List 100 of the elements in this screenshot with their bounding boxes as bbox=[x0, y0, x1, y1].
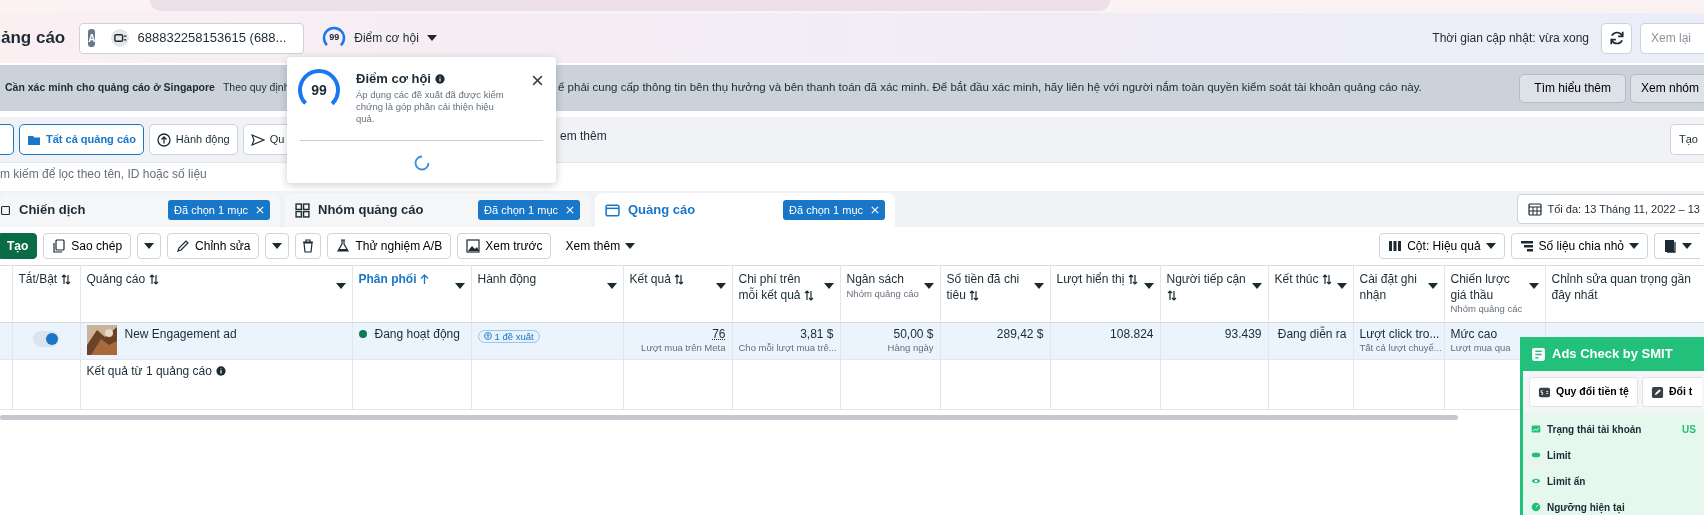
caret-icon bbox=[1485, 243, 1496, 249]
column-header[interactable]: Kết thúc bbox=[1274, 272, 1332, 288]
trash-icon bbox=[301, 239, 316, 253]
refresh-icon bbox=[1608, 30, 1625, 46]
eye-icon bbox=[1531, 476, 1541, 486]
image-icon bbox=[466, 239, 481, 253]
summary-text: Kết quả từ 1 quảng cáo bbox=[86, 363, 212, 379]
window-icon bbox=[605, 202, 620, 218]
column-header[interactable]: Kết quả bbox=[629, 272, 685, 288]
search-field[interactable]: m kiếm để lọc theo tên, ID hoặc số liệu bbox=[0, 165, 207, 183]
columns-icon bbox=[1388, 239, 1403, 253]
cell-subtitle: Cho mỗi lượt mua trê... bbox=[738, 341, 834, 354]
level-tab[interactable]: Chiến dịch Đã chọn 1 mục bbox=[0, 193, 280, 227]
table-row[interactable] bbox=[0, 322, 1704, 360]
banner-button[interactable]: Xem nhóm bbox=[1630, 73, 1704, 103]
cell-subtitle: Lượt mua trên Meta bbox=[640, 341, 726, 354]
document-icon bbox=[1531, 346, 1546, 362]
grid-icon bbox=[295, 202, 310, 218]
table-cell-text: 3,81 $ bbox=[799, 326, 834, 342]
caret-icon bbox=[1629, 243, 1639, 249]
preview-button[interactable]: Xem trước bbox=[457, 233, 552, 259]
status-label: Limit bbox=[1547, 448, 1571, 463]
column-subtitle: Nhóm quảng các bbox=[1450, 303, 1524, 316]
dropdown-button[interactable] bbox=[265, 233, 290, 259]
breakdown-button[interactable]: Số liệu chia nhỏ bbox=[1510, 233, 1648, 259]
columns-button[interactable]: Cột: Hiệu quả bbox=[1379, 233, 1505, 259]
duplicate-button[interactable]: Sao chép bbox=[43, 233, 132, 259]
money-icon bbox=[1538, 385, 1551, 399]
level-tab[interactable]: Quảng cáo Đã chọn 1 mục bbox=[595, 193, 895, 227]
column-subtitle: Nhóm quảng cáo bbox=[846, 287, 919, 300]
caret-icon bbox=[426, 35, 437, 41]
scrollbar[interactable] bbox=[0, 414, 1458, 420]
info-icon bbox=[215, 366, 226, 377]
refresh-button[interactable] bbox=[1601, 22, 1632, 54]
banner-title: Cần xác minh cho quảng cáo ở Singapore bbox=[5, 80, 215, 96]
info-icon bbox=[435, 73, 445, 84]
table-cell-text: Đang diễn ra bbox=[1276, 326, 1347, 342]
more-button[interactable]: em thêm bbox=[560, 127, 607, 145]
delivery-status: Đang hoạt động bbox=[374, 326, 460, 342]
edit-button[interactable]: Chỉnh sửa bbox=[167, 233, 260, 259]
caret-icon bbox=[625, 243, 636, 249]
table-cell-text: 93.439 bbox=[1223, 326, 1262, 342]
search-button[interactable] bbox=[0, 124, 14, 155]
banner-button[interactable]: Tìm hiểu thêm bbox=[1519, 73, 1626, 103]
account-selector[interactable]: A 688832258153615 (688... bbox=[79, 22, 305, 54]
dropdown-button[interactable] bbox=[137, 233, 162, 259]
delete-button[interactable] bbox=[295, 233, 322, 259]
caret-icon bbox=[144, 243, 155, 249]
column-header[interactable]: Ngân sách bbox=[846, 272, 919, 288]
sort-ascending-icon bbox=[419, 274, 429, 286]
selection-badge: Đã chọn 1 mục bbox=[478, 200, 580, 220]
status-label: Ngưỡng hiện tại bbox=[1547, 500, 1625, 515]
table-cell-text: Mức cao bbox=[1450, 326, 1499, 342]
recommendation-badge[interactable]: 1 đề xuất bbox=[477, 329, 540, 344]
edit-icon bbox=[1650, 385, 1664, 399]
chart-icon bbox=[1531, 424, 1541, 434]
report-icon bbox=[1663, 239, 1677, 253]
table-cell-text: 289,42 $ bbox=[995, 326, 1044, 342]
popover-description: Áp dụng các đề xuất đã được kiểm chứng là góp phần cải thiện hiệu quả. bbox=[356, 88, 505, 126]
result-link[interactable]: 76 bbox=[629, 326, 726, 342]
id-card-icon bbox=[111, 29, 130, 47]
page-title: ảng cáo bbox=[0, 27, 66, 50]
pencil-icon bbox=[176, 239, 191, 253]
cell-subtitle: Lượt mua qua bbox=[1450, 341, 1512, 354]
update-time: Thời gian cập nhật: vừa xong bbox=[1432, 30, 1589, 47]
send-icon bbox=[250, 132, 265, 147]
status-label: Trạng thái tài khoản bbox=[1547, 422, 1642, 437]
score-menu[interactable]: 99 Điểm cơ hội bbox=[322, 26, 437, 50]
column-header[interactable]: Hành động bbox=[477, 272, 537, 288]
date-range-picker[interactable]: Tối đa: 13 Tháng 11, 2022 – 13 bbox=[1516, 194, 1704, 224]
filter-button[interactable]: Tất cả quảng cáo bbox=[19, 124, 144, 155]
table-cell-text: 108.824 bbox=[1109, 326, 1154, 342]
table-cell: Lượt click tro... bbox=[1359, 326, 1438, 342]
convert-button[interactable]: Đổi t bbox=[1641, 377, 1702, 407]
create-button[interactable]: Tạo bbox=[0, 233, 38, 259]
calendar-icon bbox=[1527, 202, 1542, 216]
column-header[interactable]: Chiến lược giá thầu bbox=[1450, 272, 1525, 304]
toggle-switch[interactable] bbox=[33, 330, 59, 347]
ab-test-button[interactable]: Thử nghiệm A/B bbox=[327, 233, 452, 259]
create-button[interactable]: Tạo bbox=[1670, 124, 1704, 155]
column-header[interactable]: Quảng cáo bbox=[86, 272, 159, 288]
table-cell-text: 50,00 $ bbox=[892, 326, 934, 342]
status-label: Limit ẩn bbox=[1547, 474, 1586, 489]
loading-spinner bbox=[413, 154, 430, 171]
level-tab[interactable]: Nhóm quảng cáo Đã chọn 1 mục bbox=[285, 193, 590, 227]
copy-icon bbox=[52, 239, 67, 253]
upload-icon bbox=[156, 132, 171, 147]
popover-title: Điểm cơ hội bbox=[356, 70, 431, 88]
gauge-icon bbox=[1531, 502, 1541, 512]
column-header[interactable]: Phân phối bbox=[358, 272, 429, 288]
breakdown-icon bbox=[1519, 239, 1534, 253]
square-icon bbox=[0, 204, 11, 216]
caret-icon bbox=[1682, 243, 1692, 249]
flask-icon bbox=[336, 239, 351, 253]
close-icon[interactable] bbox=[532, 75, 543, 87]
panel-title: Ads Check by SMIT bbox=[1552, 345, 1673, 364]
filter-button[interactable]: Hành động bbox=[148, 124, 238, 155]
report-button[interactable] bbox=[1654, 233, 1700, 259]
caret-icon bbox=[272, 243, 283, 249]
currency-button[interactable]: Quy đổi tiền tệ bbox=[1529, 377, 1638, 407]
